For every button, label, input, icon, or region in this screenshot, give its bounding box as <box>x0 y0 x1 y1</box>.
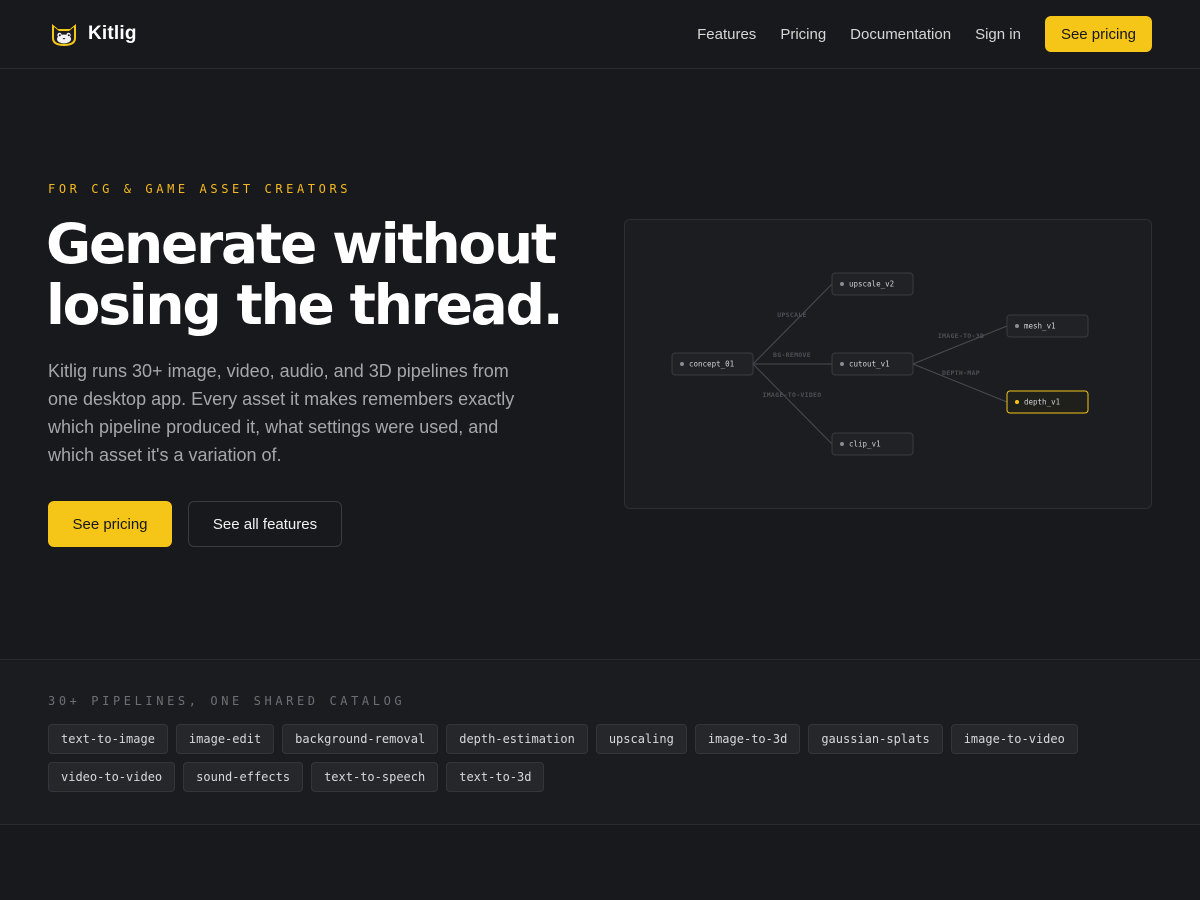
pipeline-chip: upscaling <box>595 724 687 754</box>
hero-title: Generate without losing the thread. <box>46 214 586 336</box>
graph-edge-label: IMAGE-TO-3D <box>938 332 984 340</box>
pipeline-chip: image-to-3d <box>694 724 801 754</box>
see-all-features-button[interactable]: See all features <box>188 501 342 547</box>
nav-features[interactable]: Features <box>697 26 756 43</box>
pipeline-chip: text-to-image <box>48 724 168 754</box>
hero-title-line-2: losing the thread. <box>46 273 564 337</box>
nav-pricing[interactable]: Pricing <box>780 26 826 43</box>
graph-node-label: clip_v1 <box>849 440 881 449</box>
header-see-pricing-button[interactable]: See pricing <box>1044 16 1152 52</box>
pipeline-chip: image-to-video <box>950 724 1078 754</box>
brand[interactable]: Kitlig <box>48 18 137 50</box>
main-nav: Features Pricing Documentation Sign in S… <box>697 16 1152 52</box>
graph-node-label: depth_v1 <box>1024 398 1060 407</box>
graph-edge <box>752 363 833 445</box>
graph-node-label: upscale_v2 <box>849 280 894 289</box>
hero-see-pricing-button[interactable]: See pricing <box>48 501 172 547</box>
graph-node-dot <box>840 282 844 286</box>
graph-node-dot <box>1015 324 1019 328</box>
pipeline-chip: text-to-speech <box>311 762 439 792</box>
pipeline-chip: depth-estimation <box>446 724 588 754</box>
hero-title-line-1: Generate without <box>46 212 557 276</box>
hero-description: Kitlig runs 30+ image, video, audio, and… <box>48 361 515 465</box>
pipeline-chip: background-removal <box>282 724 439 754</box>
hero-eyebrow: FOR CG & GAME ASSET CREATORS <box>48 182 352 196</box>
brand-name: Kitlig <box>88 23 137 44</box>
pipelines-label: 30+ PIPELINES, ONE SHARED CATALOG <box>48 694 406 708</box>
graph-node-label: concept_01 <box>689 360 734 369</box>
nav-documentation[interactable]: Documentation <box>850 26 951 43</box>
graph-node-dot <box>1015 400 1019 404</box>
pipeline-chip: image-edit <box>175 724 275 754</box>
graph-node-dot <box>840 442 844 446</box>
graph-edge-label: DEPTH-MAP <box>942 369 980 377</box>
graph-edge-label: IMAGE-TO-VIDEO <box>763 391 822 399</box>
graph-edge-label: UPSCALE <box>777 311 807 319</box>
graph-node-label: mesh_v1 <box>1024 322 1056 331</box>
pipeline-chip: text-to-3d <box>446 762 545 792</box>
pipelines-section: 30+ PIPELINES, ONE SHARED CATALOG text-t… <box>0 659 1200 825</box>
nav-sign-in[interactable]: Sign in <box>975 26 1021 43</box>
cat-face-icon <box>48 18 80 50</box>
site-header: Kitlig Features Pricing Documentation Si… <box>0 0 1200 69</box>
lineage-graph-panel: UPSCALE BG-REMOVE IMAGE-TO-VIDEO IMAGE-TO-3… <box>624 219 1152 509</box>
pipeline-chip: sound-effects <box>183 762 304 792</box>
pipeline-chip: video-to-video <box>48 762 176 792</box>
graph-node-dot <box>680 362 684 366</box>
pipeline-chip: gaussian-splats <box>808 724 943 754</box>
graph-node-dot <box>840 362 844 366</box>
lineage-graph: UPSCALE BG-REMOVE IMAGE-TO-VIDEO IMAGE-TO-3… <box>671 272 1089 456</box>
pipeline-chip-list: text-to-image image-edit background-remova… <box>48 724 1108 800</box>
graph-node-label: cutout_v1 <box>849 360 890 369</box>
graph-edge-label: BG-REMOVE <box>773 351 811 359</box>
